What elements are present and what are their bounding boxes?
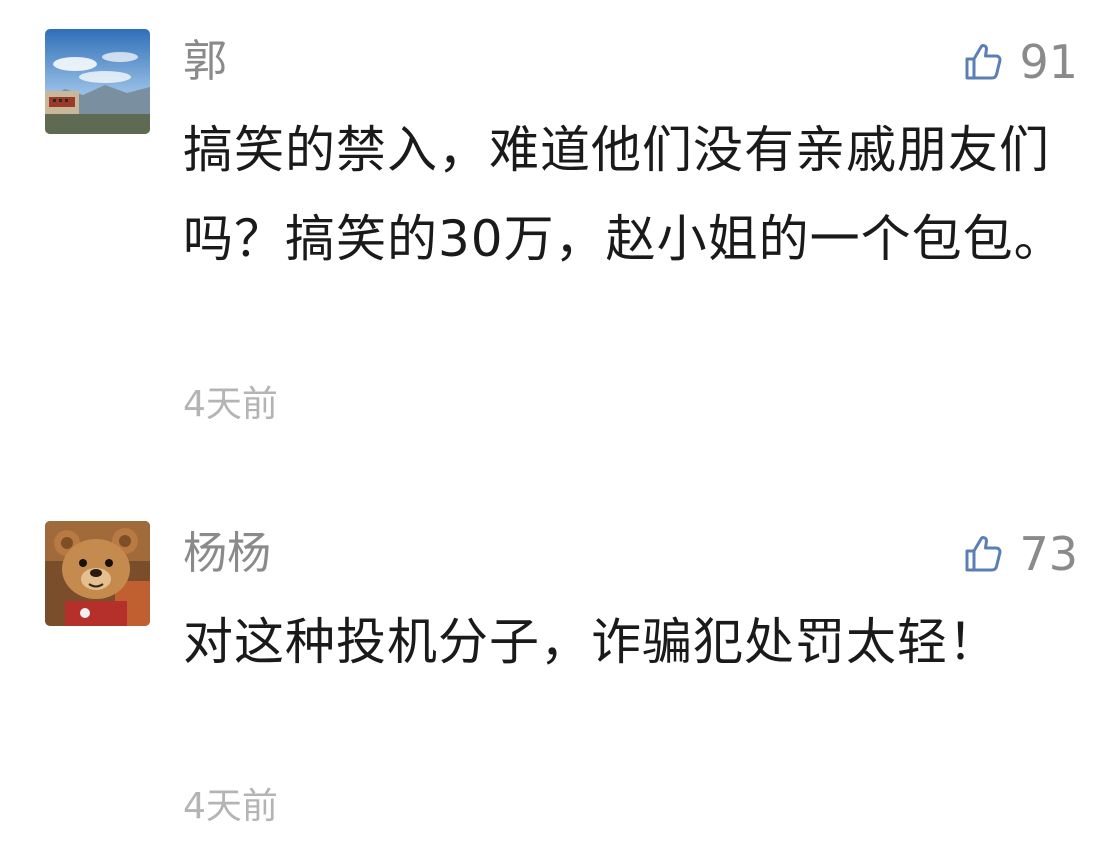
- avatar[interactable]: [45, 29, 150, 134]
- comment-text: 对这种投机分子，诈骗犯处罚太轻！: [183, 613, 999, 671]
- avatar[interactable]: [45, 521, 150, 626]
- thumbs-up-icon: [965, 44, 1002, 80]
- teddy-bear-avatar: [45, 521, 150, 626]
- like-button[interactable]: 91: [961, 32, 1078, 92]
- thumbs-up-icon: [965, 536, 1002, 572]
- like-button[interactable]: 73: [961, 524, 1078, 584]
- comment-text: 搞笑的禁入，难道他们没有亲戚朋友们吗？搞笑的30万，赵小姐的一个包包。: [183, 121, 1065, 268]
- author-name[interactable]: 郭: [183, 32, 227, 92]
- comment-time: 4天前: [183, 786, 278, 827]
- like-count: 73: [1019, 527, 1078, 581]
- landscape-palace-avatar: [45, 29, 150, 134]
- like-count: 91: [1019, 35, 1078, 89]
- comment-time: 4天前: [183, 384, 278, 425]
- author-name[interactable]: 杨杨: [183, 524, 271, 584]
